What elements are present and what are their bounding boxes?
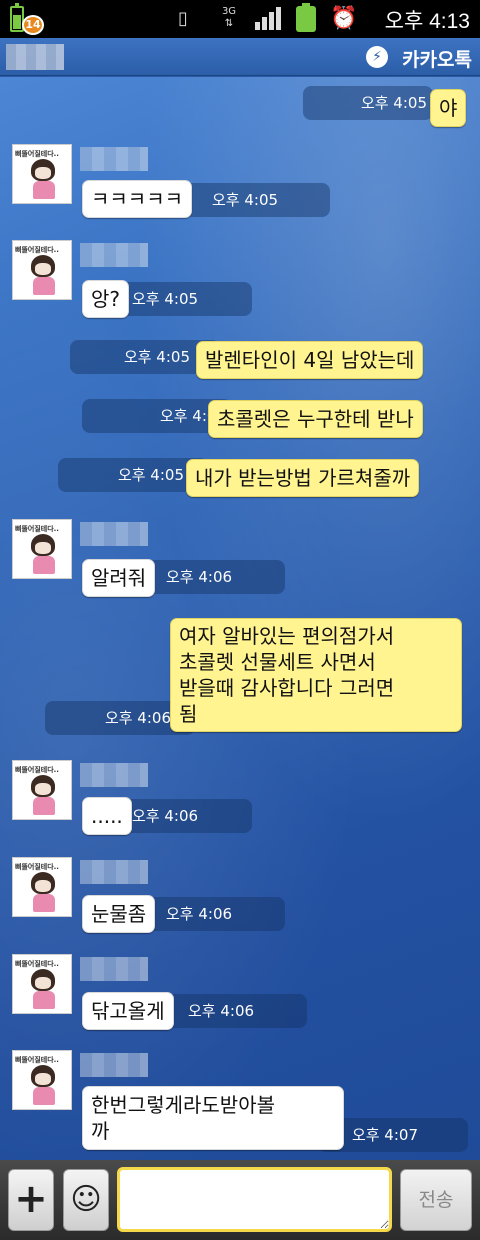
my-message-bubble[interactable]: 발렌타인이 4일 남았는데 [196, 341, 424, 379]
kakaotalk-icon: ⚡ [366, 46, 388, 68]
attach-plus-button[interactable]: + [8, 1169, 54, 1231]
sender-name-blurred [80, 147, 148, 171]
message-line: 까 [91, 1119, 110, 1143]
other-message-bubble[interactable]: 닦고올게 [82, 992, 174, 1030]
avatar-caption: 삐뚤어질테다.. [15, 960, 59, 968]
clock: 오후 4:13 [384, 10, 470, 33]
sender-name-blurred [80, 522, 148, 546]
network-label: 3G [221, 6, 237, 17]
chat-header: ⚡ 카카오톡 [0, 38, 480, 76]
app-title: 카카오톡 [402, 49, 472, 71]
send-button[interactable]: 전송 [400, 1169, 472, 1231]
sender-name-blurred [80, 763, 148, 787]
sender-name-blurred [80, 957, 148, 981]
other-message-bubble[interactable]: 눈물좀 [82, 895, 156, 933]
avatar-caption: 삐뚤어질테다.. [15, 766, 59, 774]
avatar[interactable]: 삐뚤어질테다.. [12, 240, 72, 300]
message-line: 초콜렛 선물세트 사면서 [179, 650, 376, 674]
signal-icon [255, 6, 283, 32]
avatar-caption: 삐뚤어질테다.. [15, 1056, 59, 1064]
sender-name-blurred [80, 1053, 148, 1077]
chat-partner-name-blurred [6, 44, 64, 70]
other-message-bubble[interactable]: 앙? [82, 280, 130, 318]
message-line: 여자 알바있는 편의점가서 [179, 624, 395, 648]
other-message-bubble[interactable]: ㅋㅋㅋㅋㅋ [82, 180, 192, 218]
other-message-bubble[interactable]: 한번그렇게라도받아볼 까 [82, 1086, 344, 1150]
network-3g-icon: 3G ⇅ [221, 6, 237, 29]
avatar[interactable]: 삐뚤어질테다.. [12, 144, 72, 204]
my-message-bubble[interactable]: 야 [430, 89, 467, 127]
avatar[interactable]: 삐뚤어질테다.. [12, 760, 72, 820]
message-time: 오후 4:06 [140, 897, 285, 931]
my-message-bubble[interactable]: 내가 받는방법 가르쳐줄까 [186, 459, 420, 497]
message-time: 오후 4:05 [303, 86, 433, 120]
avatar-caption: 삐뚤어질테다.. [15, 863, 59, 871]
notification-badge[interactable]: 14 [22, 15, 44, 35]
avatar-caption: 삐뚤어질테다.. [15, 150, 59, 158]
sender-name-blurred [80, 860, 148, 884]
message-line: 한번그렇게라도받아볼 [91, 1093, 275, 1117]
message-line: 됨 [179, 702, 198, 726]
avatar[interactable]: 삐뚤어질테다.. [12, 1050, 72, 1110]
battery-icon [296, 3, 316, 32]
message-line: 받을때 감사합니다 그러면 [179, 676, 395, 700]
message-time: 오후 4:06 [140, 560, 285, 594]
other-message-bubble[interactable]: ..... [82, 797, 132, 835]
avatar[interactable]: 삐뚤어질테다.. [12, 954, 72, 1014]
message-time: 오후 4:06 [162, 994, 307, 1028]
sender-name-blurred [80, 243, 148, 267]
avatar[interactable]: 삐뚤어질테다.. [12, 519, 72, 579]
message-input[interactable] [117, 1167, 392, 1232]
avatar-caption: 삐뚤어질테다.. [15, 246, 59, 254]
avatar-caption: 삐뚤어질테다.. [15, 525, 59, 533]
vibrate-icon: ▯ [178, 8, 188, 29]
emoticon-button[interactable]: ☺ [63, 1169, 109, 1231]
avatar[interactable]: 삐뚤어질테다.. [12, 857, 72, 917]
status-bar: 14 ▯ 3G ⇅ ⏰ 오후 4:13 [0, 0, 480, 38]
other-message-bubble[interactable]: 알려줘 [82, 559, 156, 597]
message-input-bar: + ☺ 전송 [0, 1160, 480, 1240]
my-message-bubble[interactable]: 여자 알바있는 편의점가서 초콜렛 선물세트 사면서 받을때 감사합니다 그러면… [170, 618, 462, 732]
my-message-bubble[interactable]: 초콜렛은 누구한테 받나 [208, 400, 423, 438]
alarm-icon: ⏰ [330, 6, 358, 31]
chat-area[interactable]: 오후 4:05 야 삐뚤어질테다.. 오후 4:05 ㅋㅋㅋㅋㅋ 삐뚤어질테다.… [0, 77, 480, 1160]
